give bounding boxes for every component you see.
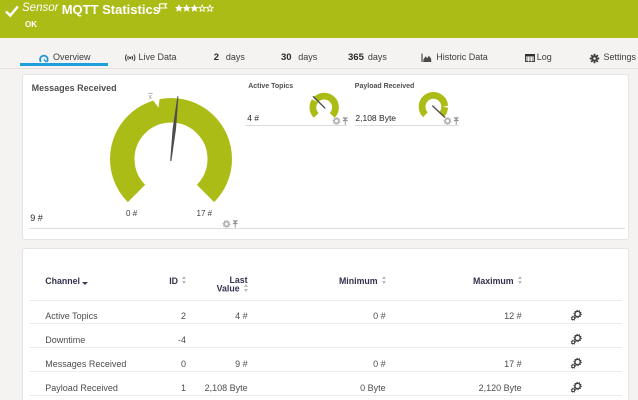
- svg-text:x: x: [149, 94, 153, 101]
